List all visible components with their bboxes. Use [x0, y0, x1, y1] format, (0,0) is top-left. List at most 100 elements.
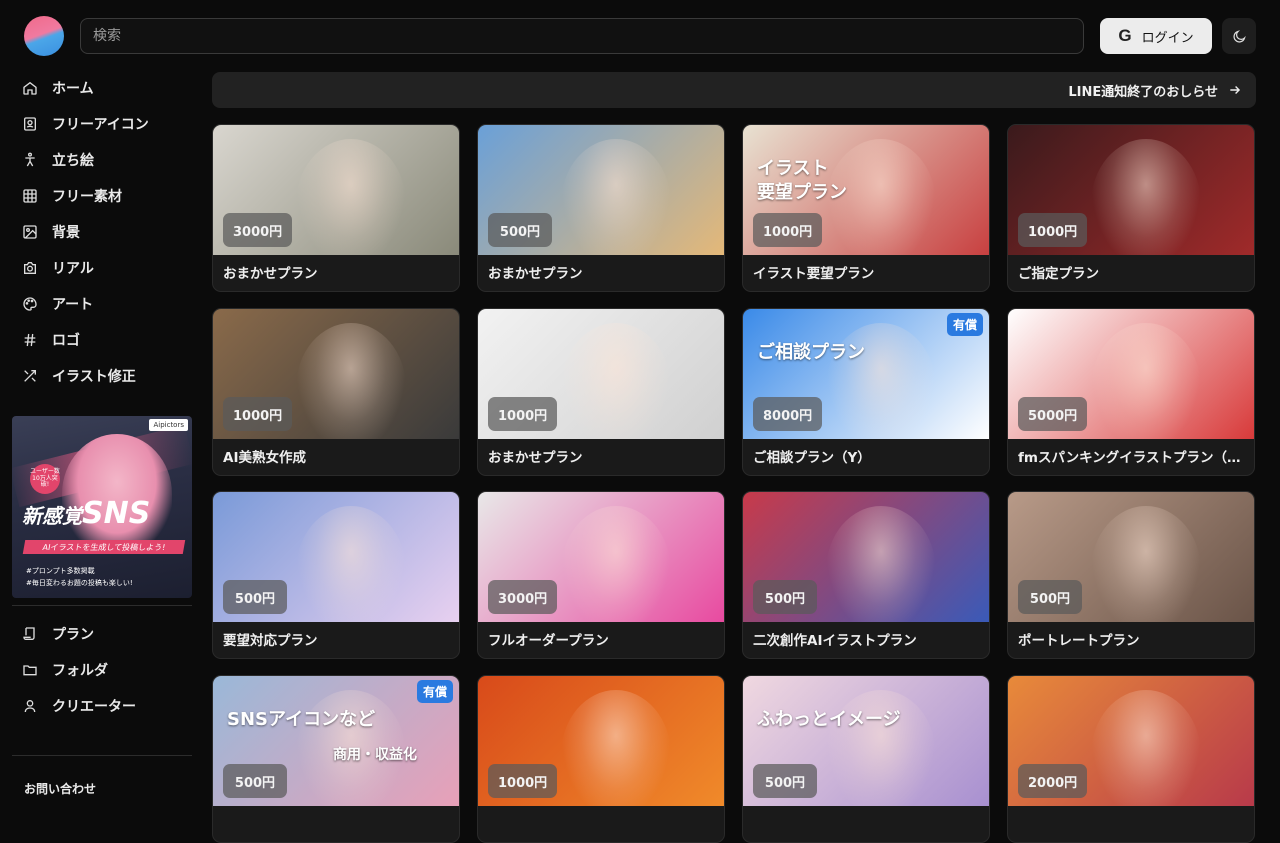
- plan-card[interactable]: 1000円 AI美熟女作成: [212, 308, 460, 476]
- sidebar-item-label: ホーム: [52, 81, 94, 97]
- plan-card[interactable]: 500円 二次創作AIイラストプラン: [742, 491, 990, 659]
- grid-icon: [23, 189, 37, 203]
- sidebar-item-label: 背景: [52, 225, 80, 241]
- sidebar-item-label: フリーアイコン: [52, 117, 149, 133]
- plan-card[interactable]: イラスト 要望プラン 1000円 イラスト要望プラン: [742, 124, 990, 292]
- sidebar-item-logo[interactable]: ロゴ: [12, 324, 192, 356]
- sidebar-item-label: プラン: [52, 627, 94, 643]
- scroll-icon: [23, 627, 35, 640]
- plan-illustration: [296, 323, 406, 439]
- plan-card[interactable]: 500円ポートレートプラン: [1007, 491, 1255, 659]
- banner-label: LINE通知終了のおしらせ: [1068, 84, 1218, 100]
- sidebar-item-label: ロゴ: [52, 333, 80, 349]
- plan-card[interactable]: SNSアイコンなど 商用・収益化 有償 500円: [212, 675, 460, 843]
- plan-title: ご相談プラン（Y）: [753, 450, 871, 466]
- sidebar-item-label: 立ち絵: [52, 153, 94, 169]
- plan-illustration: [1091, 506, 1201, 622]
- sidebar: ホーム フリーアイコン 立ち絵 フリー素材 背景 リアル アート ロゴ イラスト…: [0, 72, 200, 800]
- plan-overlay-text: ご相談プラン: [757, 342, 865, 363]
- plan-card[interactable]: 500円要望対応プラン: [212, 491, 460, 659]
- promo-headline: 新感覚SNS: [22, 496, 151, 531]
- plan-illustration: [296, 139, 406, 255]
- plan-illustration: [561, 690, 671, 806]
- theme-toggle-button[interactable]: [1222, 18, 1256, 54]
- sidebar-item-background[interactable]: 背景: [12, 216, 192, 248]
- standing-figure-icon: [25, 152, 35, 167]
- promo-note: #プロンプト多数掲載: [26, 567, 95, 575]
- plan-title: おまかせプラン: [488, 450, 583, 466]
- plan-card[interactable]: 1000円ご指定プラン: [1007, 124, 1255, 292]
- plan-card[interactable]: 3000円おまかせプラン: [212, 124, 460, 292]
- plan-illustration: [296, 506, 406, 622]
- sidebar-item-plan[interactable]: プラン: [12, 618, 192, 650]
- user-icon: [24, 700, 36, 713]
- sidebar-item-real[interactable]: リアル: [12, 252, 192, 284]
- plan-price-badge: 1000円: [223, 397, 293, 431]
- plan-price-badge: 5000円: [1018, 397, 1088, 431]
- promo-banner[interactable]: Aipictors ユーザー数10万人突破! 新感覚SNS AIイラストを生成し…: [12, 416, 192, 598]
- plan-card[interactable]: 3000円 フルオーダープラン: [477, 491, 725, 659]
- plan-illustration: [561, 506, 671, 622]
- top-bar: G ログイン: [0, 0, 1280, 72]
- plan-illustration: [1091, 323, 1201, 439]
- promo-note: #毎日変わるお題の投稿も楽しい!: [26, 579, 133, 587]
- plan-card[interactable]: 1000円: [477, 675, 725, 843]
- edit-tools-icon: [24, 370, 36, 382]
- sidebar-item-home[interactable]: ホーム: [12, 72, 192, 104]
- plan-card[interactable]: 1000円おまかせプラン: [477, 308, 725, 476]
- sidebar-divider: [12, 605, 192, 606]
- image-icon: [23, 225, 37, 239]
- folder-icon: [23, 665, 37, 676]
- plan-illustration: [826, 506, 936, 622]
- plan-illustration: [1091, 690, 1201, 806]
- sidebar-item-free-icons[interactable]: フリーアイコン: [12, 108, 192, 140]
- plan-card[interactable]: 5000円 fmスパンキングイラストプラン（セ…: [1007, 308, 1255, 476]
- line-notice-banner[interactable]: LINE通知終了のおしらせ: [212, 72, 1256, 108]
- sidebar-item-free-material[interactable]: フリー素材: [12, 180, 192, 212]
- sidebar-item-label: イラスト修正: [52, 369, 136, 385]
- plan-illustration: [1091, 139, 1201, 255]
- plan-overlay-text: SNSアイコンなど: [227, 709, 376, 730]
- camera-icon: [24, 262, 36, 274]
- plan-card[interactable]: 2000円: [1007, 675, 1255, 843]
- plan-title: ご指定プラン: [1018, 266, 1099, 282]
- plan-price-badge: 500円: [488, 213, 552, 247]
- plan-price-badge: 1000円: [488, 764, 558, 798]
- promo-brand: Aipictors: [149, 419, 188, 431]
- plan-overlay-subtext: 商用・収益化: [333, 747, 417, 763]
- plan-title: おまかせプラン: [223, 266, 318, 282]
- plan-overlay-text: イラスト 要望プラン: [757, 158, 847, 204]
- moon-icon: [1232, 29, 1246, 43]
- sidebar-item-folder[interactable]: フォルダ: [12, 654, 192, 686]
- plan-card[interactable]: ふわっとイメージ 500円: [742, 675, 990, 843]
- login-label: ログイン: [1141, 30, 1194, 46]
- sidebar-item-label: フォルダ: [52, 663, 108, 679]
- plan-price-badge: 500円: [223, 580, 287, 614]
- promo-character: [62, 434, 172, 554]
- arrow-right-icon: [1230, 86, 1241, 94]
- palette-icon: [23, 297, 37, 311]
- plan-price-badge: 1000円: [488, 397, 558, 431]
- sidebar-item-label: フリー素材: [52, 189, 122, 205]
- sidebar-item-art[interactable]: アート: [12, 288, 192, 320]
- sidebar-item-illust-fix[interactable]: イラスト修正: [12, 360, 192, 392]
- plan-overlay-text: ふわっとイメージ: [757, 709, 901, 730]
- sidebar-item-creator[interactable]: クリエーター: [12, 690, 192, 722]
- contact-link[interactable]: お問い合わせ: [24, 780, 96, 797]
- promo-tagline: AIイラストを生成して投稿しよう!: [22, 540, 186, 554]
- sidebar-item-standing[interactable]: 立ち絵: [12, 144, 192, 176]
- plan-title: 要望対応プラン: [223, 633, 318, 649]
- plan-title: フルオーダープラン: [488, 633, 609, 649]
- plan-card[interactable]: ご相談プラン 有償 8000円 ご相談プラン（Y）: [742, 308, 990, 476]
- plan-price-badge: 500円: [1018, 580, 1082, 614]
- plan-title: 二次創作AIイラストプラン: [753, 633, 917, 649]
- login-button[interactable]: G ログイン: [1100, 18, 1212, 54]
- plan-title: ポートレートプラン: [1018, 633, 1140, 649]
- site-logo[interactable]: [24, 16, 64, 56]
- plan-title: おまかせプラン: [488, 266, 583, 282]
- google-icon: G: [1118, 26, 1132, 45]
- plan-price-badge: 3000円: [223, 213, 293, 247]
- search-input[interactable]: [80, 18, 1084, 54]
- plan-price-badge: 1000円: [1018, 213, 1088, 247]
- plan-card[interactable]: 500円おまかせプラン: [477, 124, 725, 292]
